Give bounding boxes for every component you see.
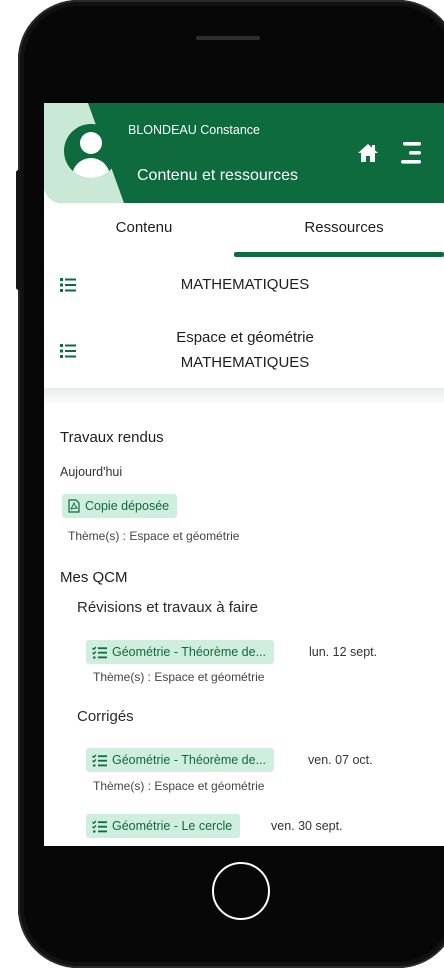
phone-side-button: [16, 170, 21, 290]
qcm-title: Géométrie - Théorème de...: [112, 645, 267, 659]
page-title: Contenu et ressources: [137, 167, 298, 184]
menu-icon[interactable]: [399, 140, 423, 166]
tab-ressources[interactable]: Ressources: [244, 219, 444, 236]
checklist-icon: [92, 820, 107, 832]
section-separator: [44, 388, 444, 406]
date-label: Aujourd'hui: [60, 465, 123, 479]
list-icon: [60, 344, 76, 358]
chip-label: Copie déposée: [85, 499, 170, 513]
qcm-item-chip[interactable]: Géométrie - Théorème de...: [86, 640, 275, 664]
list-icon: [60, 278, 76, 292]
active-tab-indicator: [234, 252, 444, 257]
resource-theme-line1[interactable]: Espace et géométrie: [95, 327, 395, 349]
pdf-icon: [68, 499, 80, 513]
user-name: BLONDEAU Constance: [128, 123, 261, 137]
qcm-theme: Thème(s) : Espace et géométrie: [93, 670, 265, 684]
copie-deposee-chip[interactable]: Copie déposée: [62, 494, 178, 518]
app-header: BLONDEAU Constance Contenu et ressources: [44, 103, 444, 203]
travaux-rendus-heading: Travaux rendus: [60, 429, 164, 446]
qcm-item-chip[interactable]: Géométrie - Le cercle: [86, 814, 241, 838]
qcm-theme: Thème(s) : Espace et géométrie: [93, 779, 265, 793]
phone-speaker: [196, 36, 260, 40]
checklist-icon: [92, 646, 107, 658]
mes-qcm-heading: Mes QCM: [60, 569, 128, 586]
qcm-date: ven. 30 sept.: [271, 819, 343, 833]
tab-bar: Contenu Ressources: [44, 203, 444, 257]
app-screen: BLONDEAU Constance Contenu et ressources…: [44, 103, 444, 846]
tab-contenu[interactable]: Contenu: [44, 219, 244, 236]
resource-subject[interactable]: MATHEMATIQUES: [95, 274, 395, 296]
qcm-item-chip[interactable]: Géométrie - Théorème de...: [86, 748, 275, 772]
phone-home-button[interactable]: [212, 862, 270, 920]
qcm-date: ven. 07 oct.: [308, 753, 373, 767]
resource-theme-line2[interactable]: MATHEMATIQUES: [95, 352, 395, 374]
home-icon[interactable]: [357, 143, 379, 163]
theme-text: Thème(s) : Espace et géométrie: [68, 529, 240, 543]
qcm-title: Géométrie - Le cercle: [112, 819, 233, 833]
avatar-icon[interactable]: [64, 124, 118, 178]
qcm-title: Géométrie - Théorème de...: [112, 753, 267, 767]
revisions-heading: Révisions et travaux à faire: [77, 599, 258, 616]
checklist-icon: [92, 754, 107, 766]
corriges-heading: Corrigés: [77, 708, 134, 725]
qcm-date: lun. 12 sept.: [309, 645, 378, 659]
